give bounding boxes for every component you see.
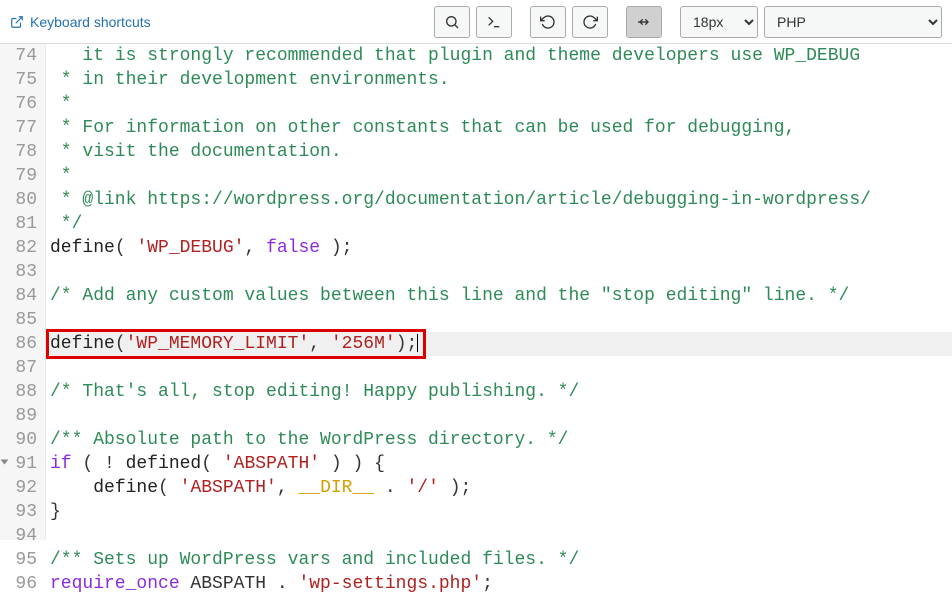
code-line[interactable]: if ( ! defined( 'ABSPATH' ) ) { [50, 452, 952, 476]
line-number: 91 [10, 452, 37, 476]
code-line[interactable] [50, 308, 952, 332]
code-line[interactable]: define('WP_MEMORY_LIMIT', '256M'); [50, 332, 952, 356]
code-line[interactable]: /* Add any custom values between this li… [50, 284, 952, 308]
code-line[interactable]: /* That's all, stop editing! Happy publi… [50, 380, 952, 404]
prompt-button[interactable] [476, 6, 512, 38]
code-line[interactable]: * [50, 164, 952, 188]
code-line[interactable]: it is strongly recommended that plugin a… [50, 44, 952, 68]
wrap-button[interactable] [626, 6, 662, 38]
search-button[interactable] [434, 6, 470, 38]
external-link-icon [10, 15, 24, 29]
line-number: 85 [10, 308, 37, 332]
code-line[interactable]: require_once ABSPATH . 'wp-settings.php'… [50, 572, 952, 596]
line-number: 75 [10, 68, 37, 92]
shortcuts-label: Keyboard shortcuts [30, 14, 151, 30]
line-number: 78 [10, 140, 37, 164]
code-line[interactable]: define( 'WP_DEBUG', false ); [50, 236, 952, 260]
line-number: 93 [10, 500, 37, 524]
line-number: 92 [10, 476, 37, 500]
line-number: 79 [10, 164, 37, 188]
code-line[interactable]: */ [50, 212, 952, 236]
line-number: 87 [10, 356, 37, 380]
fold-marker-icon[interactable] [1, 460, 9, 465]
code-area[interactable]: it is strongly recommended that plugin a… [46, 44, 952, 540]
code-line[interactable]: * [50, 92, 952, 116]
code-line[interactable] [50, 524, 952, 548]
line-number: 96 [10, 572, 37, 596]
code-editor[interactable]: 7475767778798081828384858687888990919293… [0, 44, 952, 540]
code-line[interactable]: * visit the documentation. [50, 140, 952, 164]
text-cursor [417, 334, 418, 352]
prompt-icon [486, 14, 502, 30]
code-line[interactable]: } [50, 500, 952, 524]
line-number: 90 [10, 428, 37, 452]
redo-icon [582, 14, 598, 30]
font-size-select[interactable]: 18px [680, 6, 758, 38]
language-select[interactable]: PHP [764, 6, 942, 38]
line-number: 80 [10, 188, 37, 212]
code-line[interactable]: /** Absolute path to the WordPress direc… [50, 428, 952, 452]
line-number: 86 [10, 332, 37, 356]
line-number: 76 [10, 92, 37, 116]
code-line[interactable]: /** Sets up WordPress vars and included … [50, 548, 952, 572]
code-line[interactable] [50, 356, 952, 380]
line-number: 81 [10, 212, 37, 236]
code-line[interactable]: * For information on other constants tha… [50, 116, 952, 140]
code-line[interactable] [50, 404, 952, 428]
redo-button[interactable] [572, 6, 608, 38]
line-number-gutter: 7475767778798081828384858687888990919293… [0, 44, 46, 540]
line-number: 83 [10, 260, 37, 284]
line-number: 77 [10, 116, 37, 140]
code-line[interactable] [50, 260, 952, 284]
line-number: 95 [10, 548, 37, 572]
keyboard-shortcuts-link[interactable]: Keyboard shortcuts [10, 14, 151, 30]
wrap-icon [636, 14, 652, 30]
code-line[interactable]: * in their development environments. [50, 68, 952, 92]
undo-icon [540, 14, 556, 30]
undo-button[interactable] [530, 6, 566, 38]
code-line[interactable]: define( 'ABSPATH', __DIR__ . '/' ); [50, 476, 952, 500]
line-number: 84 [10, 284, 37, 308]
search-icon [444, 14, 460, 30]
line-number: 89 [10, 404, 37, 428]
editor-toolbar: Keyboard shortcuts 18px PHP [0, 0, 952, 44]
line-number: 82 [10, 236, 37, 260]
line-number: 74 [10, 44, 37, 68]
code-line[interactable]: * @link https://wordpress.org/documentat… [50, 188, 952, 212]
toolbar-controls: 18px PHP [434, 6, 942, 38]
line-number: 94 [10, 524, 37, 548]
line-number: 88 [10, 380, 37, 404]
